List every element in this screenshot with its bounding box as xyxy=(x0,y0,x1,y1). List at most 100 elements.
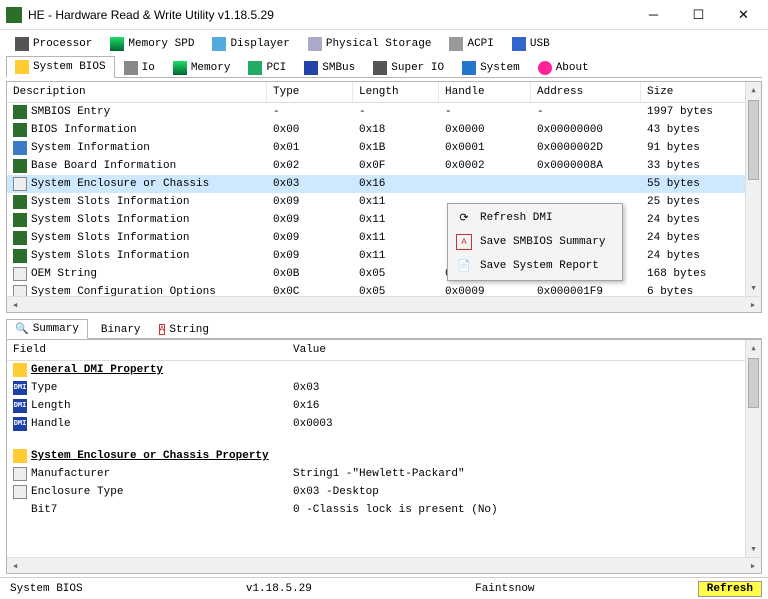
tab-super-io[interactable]: Super IO xyxy=(364,56,453,78)
scroll-left-icon[interactable]: ◂ xyxy=(7,558,23,574)
scroll-up-icon[interactable]: ▴ xyxy=(746,340,761,356)
detail-panel: Field Value General DMI Property DMIType… xyxy=(6,339,762,574)
detail-row[interactable]: DMIType0x03 xyxy=(7,379,761,397)
tab-system[interactable]: System xyxy=(453,56,529,78)
table-row[interactable]: OEM String0x0B0x050x00080x0000014F168 by… xyxy=(7,265,761,283)
row-desc: OEM String xyxy=(31,268,97,280)
row-desc: System Slots Information xyxy=(31,250,189,262)
table-row[interactable]: BIOS Information0x000x180x00000x00000000… xyxy=(7,121,761,139)
col-size[interactable]: Size xyxy=(641,82,761,102)
minimize-button[interactable]: ─ xyxy=(631,1,676,29)
row-length: 0x05 xyxy=(353,267,439,281)
detail-row[interactable]: ManufacturerString1 -"Hewlett-Packard" xyxy=(7,465,761,483)
bios-icon xyxy=(15,60,29,74)
vertical-scrollbar[interactable]: ▴ ▾ xyxy=(745,82,761,296)
col-value[interactable]: Value xyxy=(287,340,761,360)
scrollbar-thumb[interactable] xyxy=(748,358,759,408)
scroll-down-icon[interactable]: ▾ xyxy=(746,280,761,296)
subtab-summary[interactable]: 🔍Summary xyxy=(6,319,88,339)
row-type: 0x02 xyxy=(267,159,353,173)
table-row[interactable]: System Information0x010x1B0x00010x000000… xyxy=(7,139,761,157)
tab-system-bios[interactable]: System BIOS xyxy=(6,56,115,78)
scroll-down-icon[interactable]: ▾ xyxy=(746,541,761,557)
menu-refresh-dmi[interactable]: ⟳Refresh DMI xyxy=(450,206,620,230)
table-row[interactable]: System Slots Information0x090x1124 bytes xyxy=(7,229,761,247)
subtab-binary[interactable]: Binary xyxy=(88,319,150,339)
detail-group[interactable]: System Enclosure or Chassis Property xyxy=(7,447,761,465)
row-size: 24 bytes xyxy=(641,231,761,245)
row-length: 0x11 xyxy=(353,213,439,227)
row-icon xyxy=(13,231,27,245)
scrollbar-track[interactable] xyxy=(23,558,745,574)
row-type: 0x09 xyxy=(267,231,353,245)
dmi-icon: DMI xyxy=(13,417,27,431)
col-field[interactable]: Field xyxy=(7,340,287,360)
row-length: - xyxy=(353,105,439,119)
table-row[interactable]: SMBIOS Entry----1997 bytes xyxy=(7,103,761,121)
disk-icon xyxy=(308,37,322,51)
row-size: 43 bytes xyxy=(641,123,761,137)
maximize-button[interactable]: ☐ xyxy=(676,1,721,29)
refresh-icon: ⟳ xyxy=(456,210,472,226)
col-address[interactable]: Address xyxy=(531,82,641,102)
pci-icon xyxy=(248,61,262,75)
scroll-right-icon[interactable]: ▸ xyxy=(745,297,761,313)
row-address: 0x000001F9 xyxy=(531,285,641,296)
tab-displayer[interactable]: Displayer xyxy=(203,33,298,55)
menu-save-system-report[interactable]: 📄Save System Report xyxy=(450,254,620,278)
row-desc: System Slots Information xyxy=(31,214,189,226)
detail-tabs: 🔍Summary Binary AString xyxy=(6,316,762,339)
scrollbar-thumb[interactable] xyxy=(748,100,759,180)
detail-row[interactable]: Enclosure Type0x03 -Desktop xyxy=(7,483,761,501)
smbios-table[interactable]: Description Type Length Handle Address S… xyxy=(7,82,761,296)
table-row[interactable]: System Slots Information0x090x1125 bytes xyxy=(7,193,761,211)
table-row[interactable]: System Configuration Options0x0C0x050x00… xyxy=(7,283,761,296)
row-size: 91 bytes xyxy=(641,141,761,155)
row-handle xyxy=(439,183,531,185)
toolbar: Processor Memory SPD Displayer Physical … xyxy=(0,30,768,78)
context-menu: ⟳Refresh DMI ASave SMBIOS Summary 📄Save … xyxy=(447,203,623,281)
row-icon xyxy=(13,105,27,119)
table-row[interactable]: System Enclosure or Chassis0x030x1655 by… xyxy=(7,175,761,193)
detail-group[interactable]: General DMI Property xyxy=(7,361,761,379)
table-row[interactable]: System Slots Information0x090x1124 bytes xyxy=(7,247,761,265)
app-icon xyxy=(6,7,22,23)
tab-about[interactable]: About xyxy=(529,56,598,78)
tab-processor[interactable]: Processor xyxy=(6,33,101,55)
detail-list[interactable]: Field Value General DMI Property DMIType… xyxy=(7,340,761,557)
tab-smbus[interactable]: SMBus xyxy=(295,56,364,78)
tab-acpi[interactable]: ACPI xyxy=(440,33,502,55)
row-length: 0x18 xyxy=(353,123,439,137)
table-row[interactable]: Base Board Information0x020x0F0x00020x00… xyxy=(7,157,761,175)
detail-row[interactable]: Bit70 -Classis lock is present (No) xyxy=(7,501,761,519)
detail-row[interactable]: DMILength0x16 xyxy=(7,397,761,415)
status-author: Faintsnow xyxy=(475,583,534,595)
scroll-up-icon[interactable]: ▴ xyxy=(746,82,761,98)
scroll-right-icon[interactable]: ▸ xyxy=(745,558,761,574)
tab-storage[interactable]: Physical Storage xyxy=(299,33,441,55)
cpu-icon xyxy=(15,37,29,51)
menu-save-smbios-summary[interactable]: ASave SMBIOS Summary xyxy=(450,230,620,254)
tab-memory-spd[interactable]: Memory SPD xyxy=(101,33,203,55)
row-desc: System Information xyxy=(31,142,150,154)
tab-io[interactable]: Io xyxy=(115,56,164,78)
scrollbar-track[interactable] xyxy=(23,297,745,313)
close-button[interactable]: ✕ xyxy=(721,1,766,29)
col-handle[interactable]: Handle xyxy=(439,82,531,102)
col-length[interactable]: Length xyxy=(353,82,439,102)
horizontal-scrollbar[interactable]: ◂ ▸ xyxy=(7,557,761,573)
col-description[interactable]: Description xyxy=(7,82,267,102)
row-length: 0x11 xyxy=(353,249,439,263)
tab-usb[interactable]: USB xyxy=(503,33,559,55)
detail-row[interactable]: DMIHandle0x0003 xyxy=(7,415,761,433)
horizontal-scrollbar[interactable]: ◂ ▸ xyxy=(7,296,761,312)
vertical-scrollbar[interactable]: ▴ ▾ xyxy=(745,340,761,557)
tab-pci[interactable]: PCI xyxy=(239,56,295,78)
subtab-string[interactable]: AString xyxy=(150,319,218,339)
tab-memory[interactable]: Memory xyxy=(164,56,240,78)
table-row[interactable]: System Slots Information0x090x1124 bytes xyxy=(7,211,761,229)
refresh-button[interactable]: Refresh xyxy=(698,581,762,597)
col-type[interactable]: Type xyxy=(267,82,353,102)
scroll-left-icon[interactable]: ◂ xyxy=(7,297,23,313)
dmi-icon: DMI xyxy=(13,381,27,395)
